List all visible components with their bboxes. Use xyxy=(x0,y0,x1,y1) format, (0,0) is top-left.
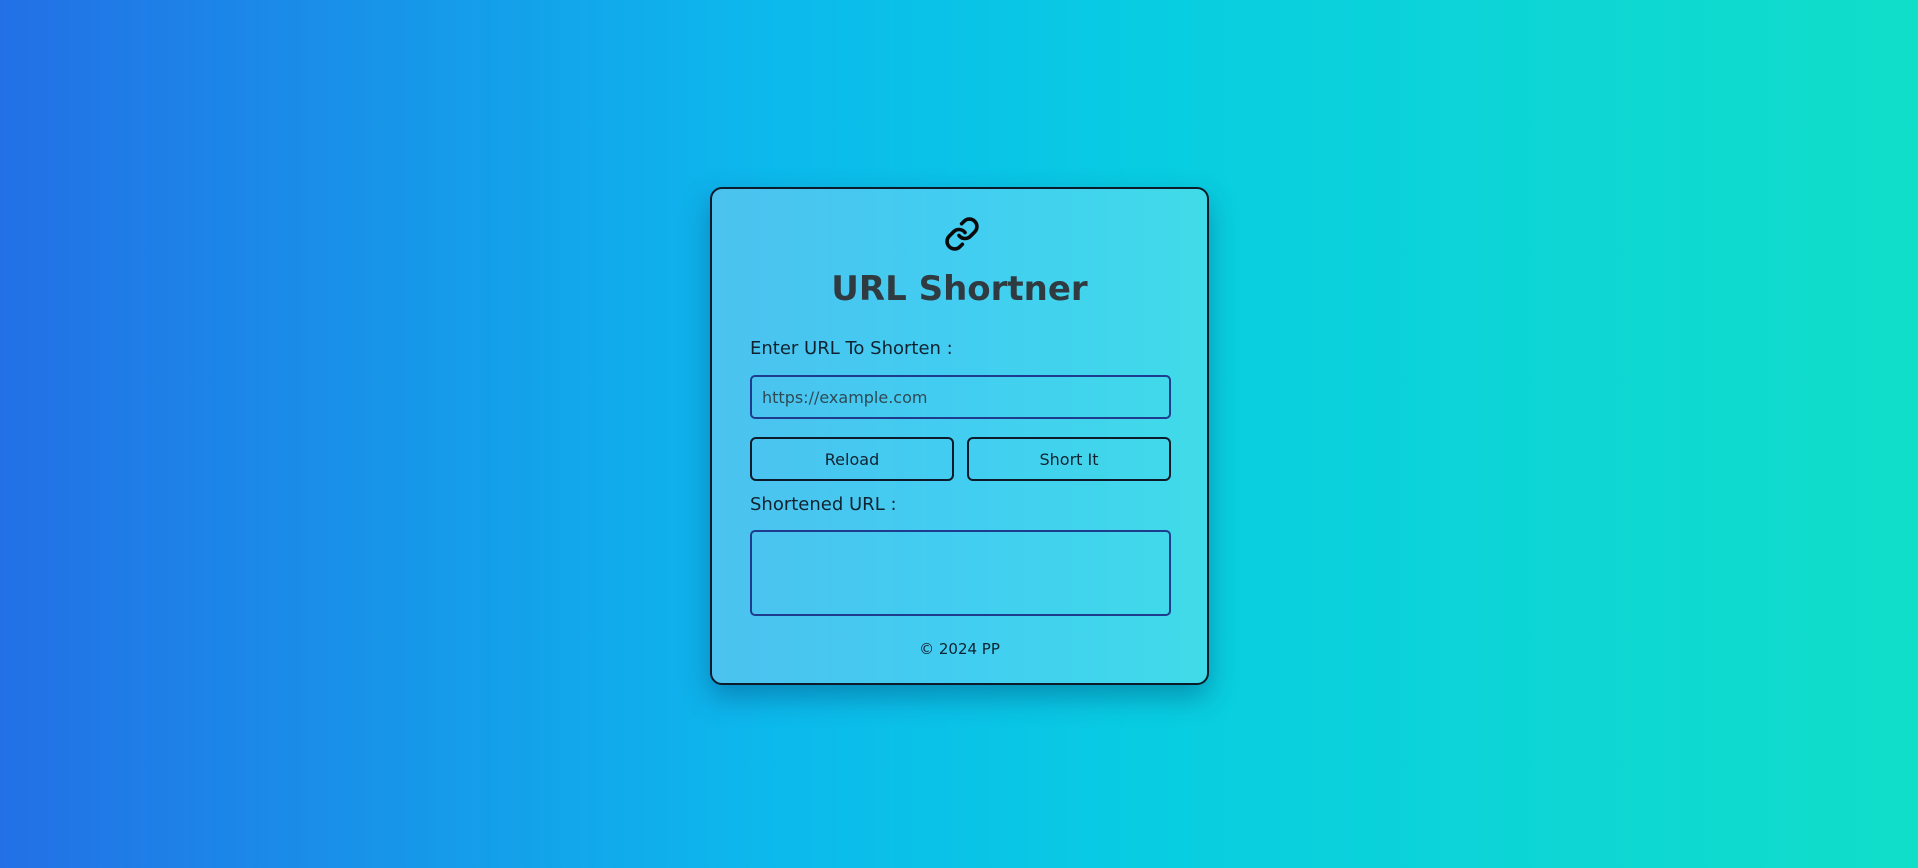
url-input[interactable] xyxy=(750,375,1171,419)
shortened-url-output[interactable] xyxy=(750,530,1171,616)
footer-copyright: © 2024 PP xyxy=(919,640,1000,658)
short-it-button[interactable]: Short It xyxy=(967,437,1171,481)
shortened-url-label: Shortened URL : xyxy=(750,494,897,515)
page-title: URL Shortner xyxy=(831,269,1088,309)
reload-button[interactable]: Reload xyxy=(750,437,954,481)
shortener-card: URL Shortner Enter URL To Shorten : Relo… xyxy=(710,187,1209,685)
url-input-label: Enter URL To Shorten : xyxy=(750,338,953,359)
link-icon xyxy=(944,216,980,252)
